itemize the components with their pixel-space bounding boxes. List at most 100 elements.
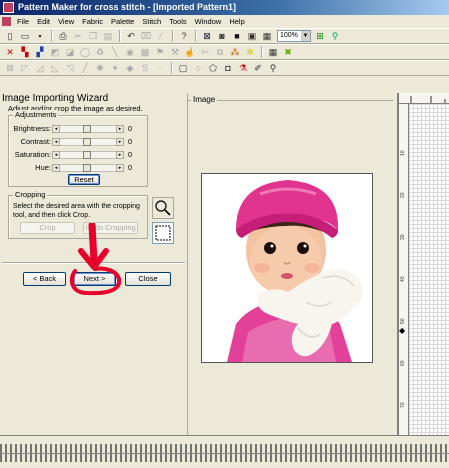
right-arrow-icon[interactable]: ▸	[116, 164, 124, 172]
next-button[interactable]: Next >	[73, 272, 116, 286]
hue-slider[interactable]: ◂ ▸	[52, 164, 124, 172]
left-arrow-icon[interactable]: ◂	[52, 125, 60, 133]
flag-icon[interactable]: ⚑	[153, 46, 167, 59]
saturation-slider[interactable]: ◂ ▸	[52, 151, 124, 159]
realistic-view-icon[interactable]: ▣	[245, 30, 259, 43]
redo-icon[interactable]: ⌧	[139, 30, 153, 43]
menu-view[interactable]: View	[54, 15, 78, 28]
bead-icon[interactable]: ✺	[93, 62, 107, 75]
pattern-grid-panel[interactable]: 10 20 30 40 50 60 70 ◆	[397, 93, 449, 435]
left-arrow-icon[interactable]: ◂	[52, 164, 60, 172]
left-arrow-icon[interactable]: ◂	[52, 138, 60, 146]
slider-thumb[interactable]	[83, 138, 91, 146]
ruler-left: 10 20 30 40 50 60 70 ◆	[399, 104, 409, 435]
fit-page-icon[interactable]: ⊞	[313, 30, 327, 43]
backstitch-icon[interactable]: ╲	[108, 46, 122, 59]
menu-file[interactable]: File	[13, 15, 33, 28]
plus-icon[interactable]: ✦	[108, 62, 122, 75]
three-quarter-icon[interactable]: ◹	[63, 62, 77, 75]
menu-palette[interactable]: Palette	[107, 15, 138, 28]
print-icon[interactable]: ⎙	[56, 30, 70, 43]
toolbar-separator	[195, 30, 197, 42]
cut-icon[interactable]: ✂	[71, 30, 85, 43]
copy-icon[interactable]: ❐	[86, 30, 100, 43]
half-stitch-icon[interactable]: ◩	[48, 46, 62, 59]
cross-stitch-icon[interactable]: ⊠	[200, 30, 214, 43]
zoom-select[interactable]: 100% ▼	[277, 30, 311, 42]
symbol-view-icon[interactable]: ◙	[215, 30, 229, 43]
copy-stitch-icon[interactable]: ⧉	[213, 46, 227, 59]
quarter-stitch-icon[interactable]: ◪	[63, 46, 77, 59]
text-s-icon[interactable]: S	[138, 62, 152, 75]
cut-stitch-icon[interactable]: ✄	[198, 46, 212, 59]
undo-cropping-button[interactable]: Undo Cropping	[83, 222, 138, 234]
menu-help[interactable]: Help	[225, 15, 248, 28]
reset-button[interactable]: Reset	[68, 174, 100, 185]
chevron-down-icon[interactable]: ▼	[301, 31, 310, 41]
star-pattern-icon[interactable]: ✲	[243, 46, 257, 59]
right-arrow-icon[interactable]: ▸	[116, 151, 124, 159]
magnify-tool-button[interactable]	[152, 197, 174, 219]
half-cross-icon[interactable]: ◸	[18, 62, 32, 75]
eyedropper-icon[interactable]: ⚗	[236, 62, 250, 75]
recycle-icon[interactable]: ♻	[93, 46, 107, 59]
select-lasso-icon[interactable]: ◌	[191, 62, 205, 75]
paste-icon[interactable]: ▤	[101, 30, 115, 43]
back-button[interactable]: < Back	[23, 272, 66, 286]
dot-icon[interactable]: ·	[153, 62, 167, 75]
palette-color-icon[interactable]: ▞	[33, 46, 47, 59]
select-line-icon[interactable]: ⬠	[206, 62, 220, 75]
document-icon[interactable]	[2, 17, 11, 26]
right-arrow-icon[interactable]: ▸	[116, 138, 124, 146]
menu-edit[interactable]: Edit	[33, 15, 54, 28]
magic-wand-icon[interactable]: ✐	[251, 62, 265, 75]
help-icon[interactable]: ?	[177, 30, 191, 43]
brightness-slider[interactable]: ◂ ▸	[52, 125, 124, 133]
menu-stitch[interactable]: Stitch	[138, 15, 165, 28]
palette-strip[interactable]	[0, 435, 449, 468]
grid-view-icon[interactable]: ▦	[260, 30, 274, 43]
tool-icon[interactable]: ⚒	[168, 46, 182, 59]
saturation-label: Saturation:	[14, 150, 51, 159]
open-icon[interactable]: ▭	[18, 30, 32, 43]
menu-window[interactable]: Window	[191, 15, 226, 28]
french-knot-icon[interactable]: ◉	[123, 46, 137, 59]
circle-icon[interactable]: ◯	[78, 46, 92, 59]
zoom-fit-icon[interactable]: ⚲	[328, 30, 342, 43]
zoom-icon[interactable]: ⚲	[266, 62, 280, 75]
slider-thumb[interactable]	[83, 151, 91, 159]
crop-tool-button[interactable]	[152, 222, 174, 244]
stitch-grid[interactable]	[409, 104, 449, 435]
select-color-icon[interactable]: ▚	[18, 46, 32, 59]
left-arrow-icon[interactable]: ◂	[52, 151, 60, 159]
line-icon[interactable]: ╱	[78, 62, 92, 75]
pattern-icon[interactable]: ▩	[138, 46, 152, 59]
select-rectangle-icon[interactable]: ▢	[176, 62, 190, 75]
color-view-icon[interactable]: ■	[230, 30, 244, 43]
menu-tools[interactable]: Tools	[165, 15, 191, 28]
quarter-icon[interactable]: ◺	[48, 62, 62, 75]
title-bar[interactable]: Pattern Maker for cross stitch - [Import…	[0, 0, 449, 15]
hand-icon[interactable]: ☝	[183, 46, 197, 59]
new-icon[interactable]: ▯	[3, 30, 17, 43]
imported-photo[interactable]	[201, 173, 373, 363]
pattern-fill-icon[interactable]: ⁂	[228, 46, 242, 59]
slider-thumb[interactable]	[83, 125, 91, 133]
corner-icon[interactable]: ◿	[33, 62, 47, 75]
menu-fabric[interactable]: Fabric	[78, 15, 107, 28]
crop-selection-icon	[155, 225, 171, 241]
right-arrow-icon[interactable]: ▸	[116, 125, 124, 133]
full-cross-icon[interactable]: ⊠	[3, 62, 17, 75]
slider-thumb[interactable]	[83, 164, 91, 172]
delete-icon[interactable]: ✕	[3, 46, 17, 59]
save-icon[interactable]: ▪	[33, 30, 47, 43]
cross-icon[interactable]: ✖	[281, 46, 295, 59]
close-button[interactable]: Close	[125, 272, 171, 286]
erase-icon[interactable]: ⁄	[154, 30, 168, 43]
diamond-icon[interactable]: ◆	[123, 62, 137, 75]
contrast-slider[interactable]: ◂ ▸	[52, 138, 124, 146]
crop-button[interactable]: Crop	[20, 222, 75, 234]
undo-icon[interactable]: ↶	[124, 30, 138, 43]
fill-icon[interactable]: ◘	[221, 62, 235, 75]
table-icon[interactable]: ▦	[266, 46, 280, 59]
